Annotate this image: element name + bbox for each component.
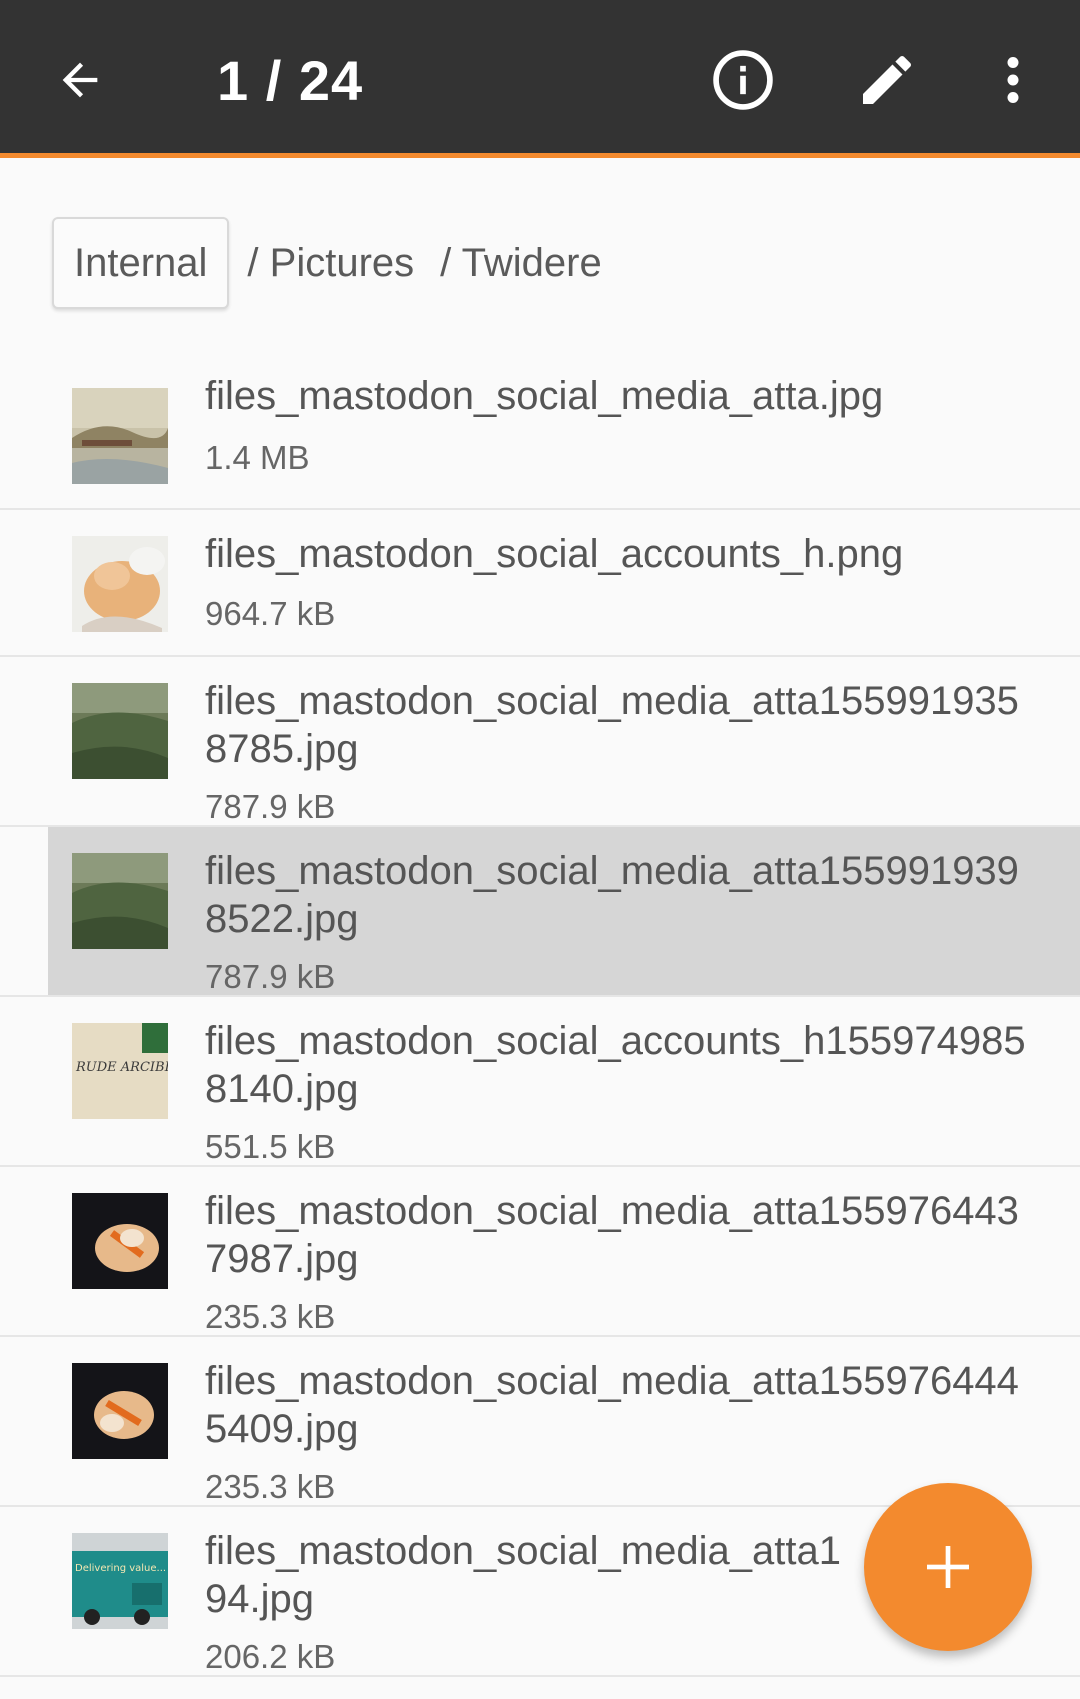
file-size: 206.2 kB <box>205 1638 336 1675</box>
breadcrumb: Internal / Pictures / Twidere <box>52 214 610 312</box>
thumbnail-cat-dark <box>72 1363 168 1459</box>
thumbnail-cat <box>72 536 168 632</box>
back-button[interactable] <box>45 40 115 120</box>
more-options-button[interactable] <box>973 40 1053 120</box>
file-name: files_mastodon_social_accounts_h.png <box>205 532 904 576</box>
more-vert-icon <box>1007 57 1019 103</box>
thumbnail-lettering: Delivering value... <box>75 1563 166 1574</box>
file-size: 235.3 kB <box>205 1298 336 1335</box>
file-size: 787.9 kB <box>205 958 336 995</box>
arrow-back-icon <box>62 62 98 98</box>
edit-button[interactable] <box>847 40 927 120</box>
thumbnail-cat-dark <box>72 1193 168 1289</box>
file-name: files_mastodon_social_media_atta15599193… <box>205 679 1019 771</box>
pencil-icon <box>863 55 912 104</box>
file-size: 787.9 kB <box>205 788 336 825</box>
thumbnail-text-sign: RUDE ARCIBELLA <box>72 1023 168 1119</box>
thumbnail-truck: Delivering value... <box>72 1533 168 1629</box>
file-row[interactable]: files_mastodon_social_media_atta15597644… <box>0 1337 1080 1507</box>
thumbnail-hills <box>72 853 168 949</box>
thumbnail-hills <box>72 683 168 779</box>
breadcrumb-pictures[interactable]: / Pictures <box>247 241 414 286</box>
info-icon <box>713 50 773 110</box>
add-fab-button[interactable] <box>864 1483 1032 1651</box>
file-row[interactable]: files_mastodon_social_media_atta15597644… <box>0 1167 1080 1337</box>
app-bar: 1 / 24 <box>0 0 1080 158</box>
file-name: files_mastodon_social_accounts_h15597498… <box>205 1019 1026 1111</box>
file-list: files_mastodon_social_media_atta.jpg 1.4… <box>0 340 1080 1677</box>
plus-icon <box>927 1546 969 1588</box>
file-row[interactable]: files_mastodon_social_media_atta.jpg 1.4… <box>0 340 1080 510</box>
file-size: 1.4 MB <box>205 439 310 476</box>
file-name: files_mastodon_social_media_atta15597644… <box>205 1359 1019 1451</box>
page-counter: 1 / 24 <box>217 49 364 112</box>
file-row[interactable]: files_mastodon_social_media_atta15599193… <box>0 657 1080 827</box>
file-name: files_mastodon_social_media_atta15599193… <box>205 849 1019 941</box>
file-row-selected[interactable]: files_mastodon_social_media_atta15599193… <box>0 827 1080 997</box>
thumbnail-lettering: RUDE ARCIBELLA <box>75 1060 168 1075</box>
file-row[interactable]: RUDE ARCIBELLA files_mastodon_social_acc… <box>0 997 1080 1167</box>
file-size: 235.3 kB <box>205 1468 336 1505</box>
file-name: files_mastodon_social_media_atta.jpg <box>205 374 884 418</box>
file-size: 551.5 kB <box>205 1128 336 1165</box>
thumbnail-painting <box>72 388 168 484</box>
file-row[interactable]: files_mastodon_social_accounts_h.png 964… <box>0 510 1080 657</box>
file-size: 964.7 kB <box>205 595 336 632</box>
file-name: files_mastodon_social_media_atta15597644… <box>205 1189 1019 1281</box>
breadcrumb-internal[interactable]: Internal <box>52 217 230 309</box>
info-button[interactable] <box>703 40 783 120</box>
breadcrumb-twidere[interactable]: / Twidere <box>440 241 602 286</box>
